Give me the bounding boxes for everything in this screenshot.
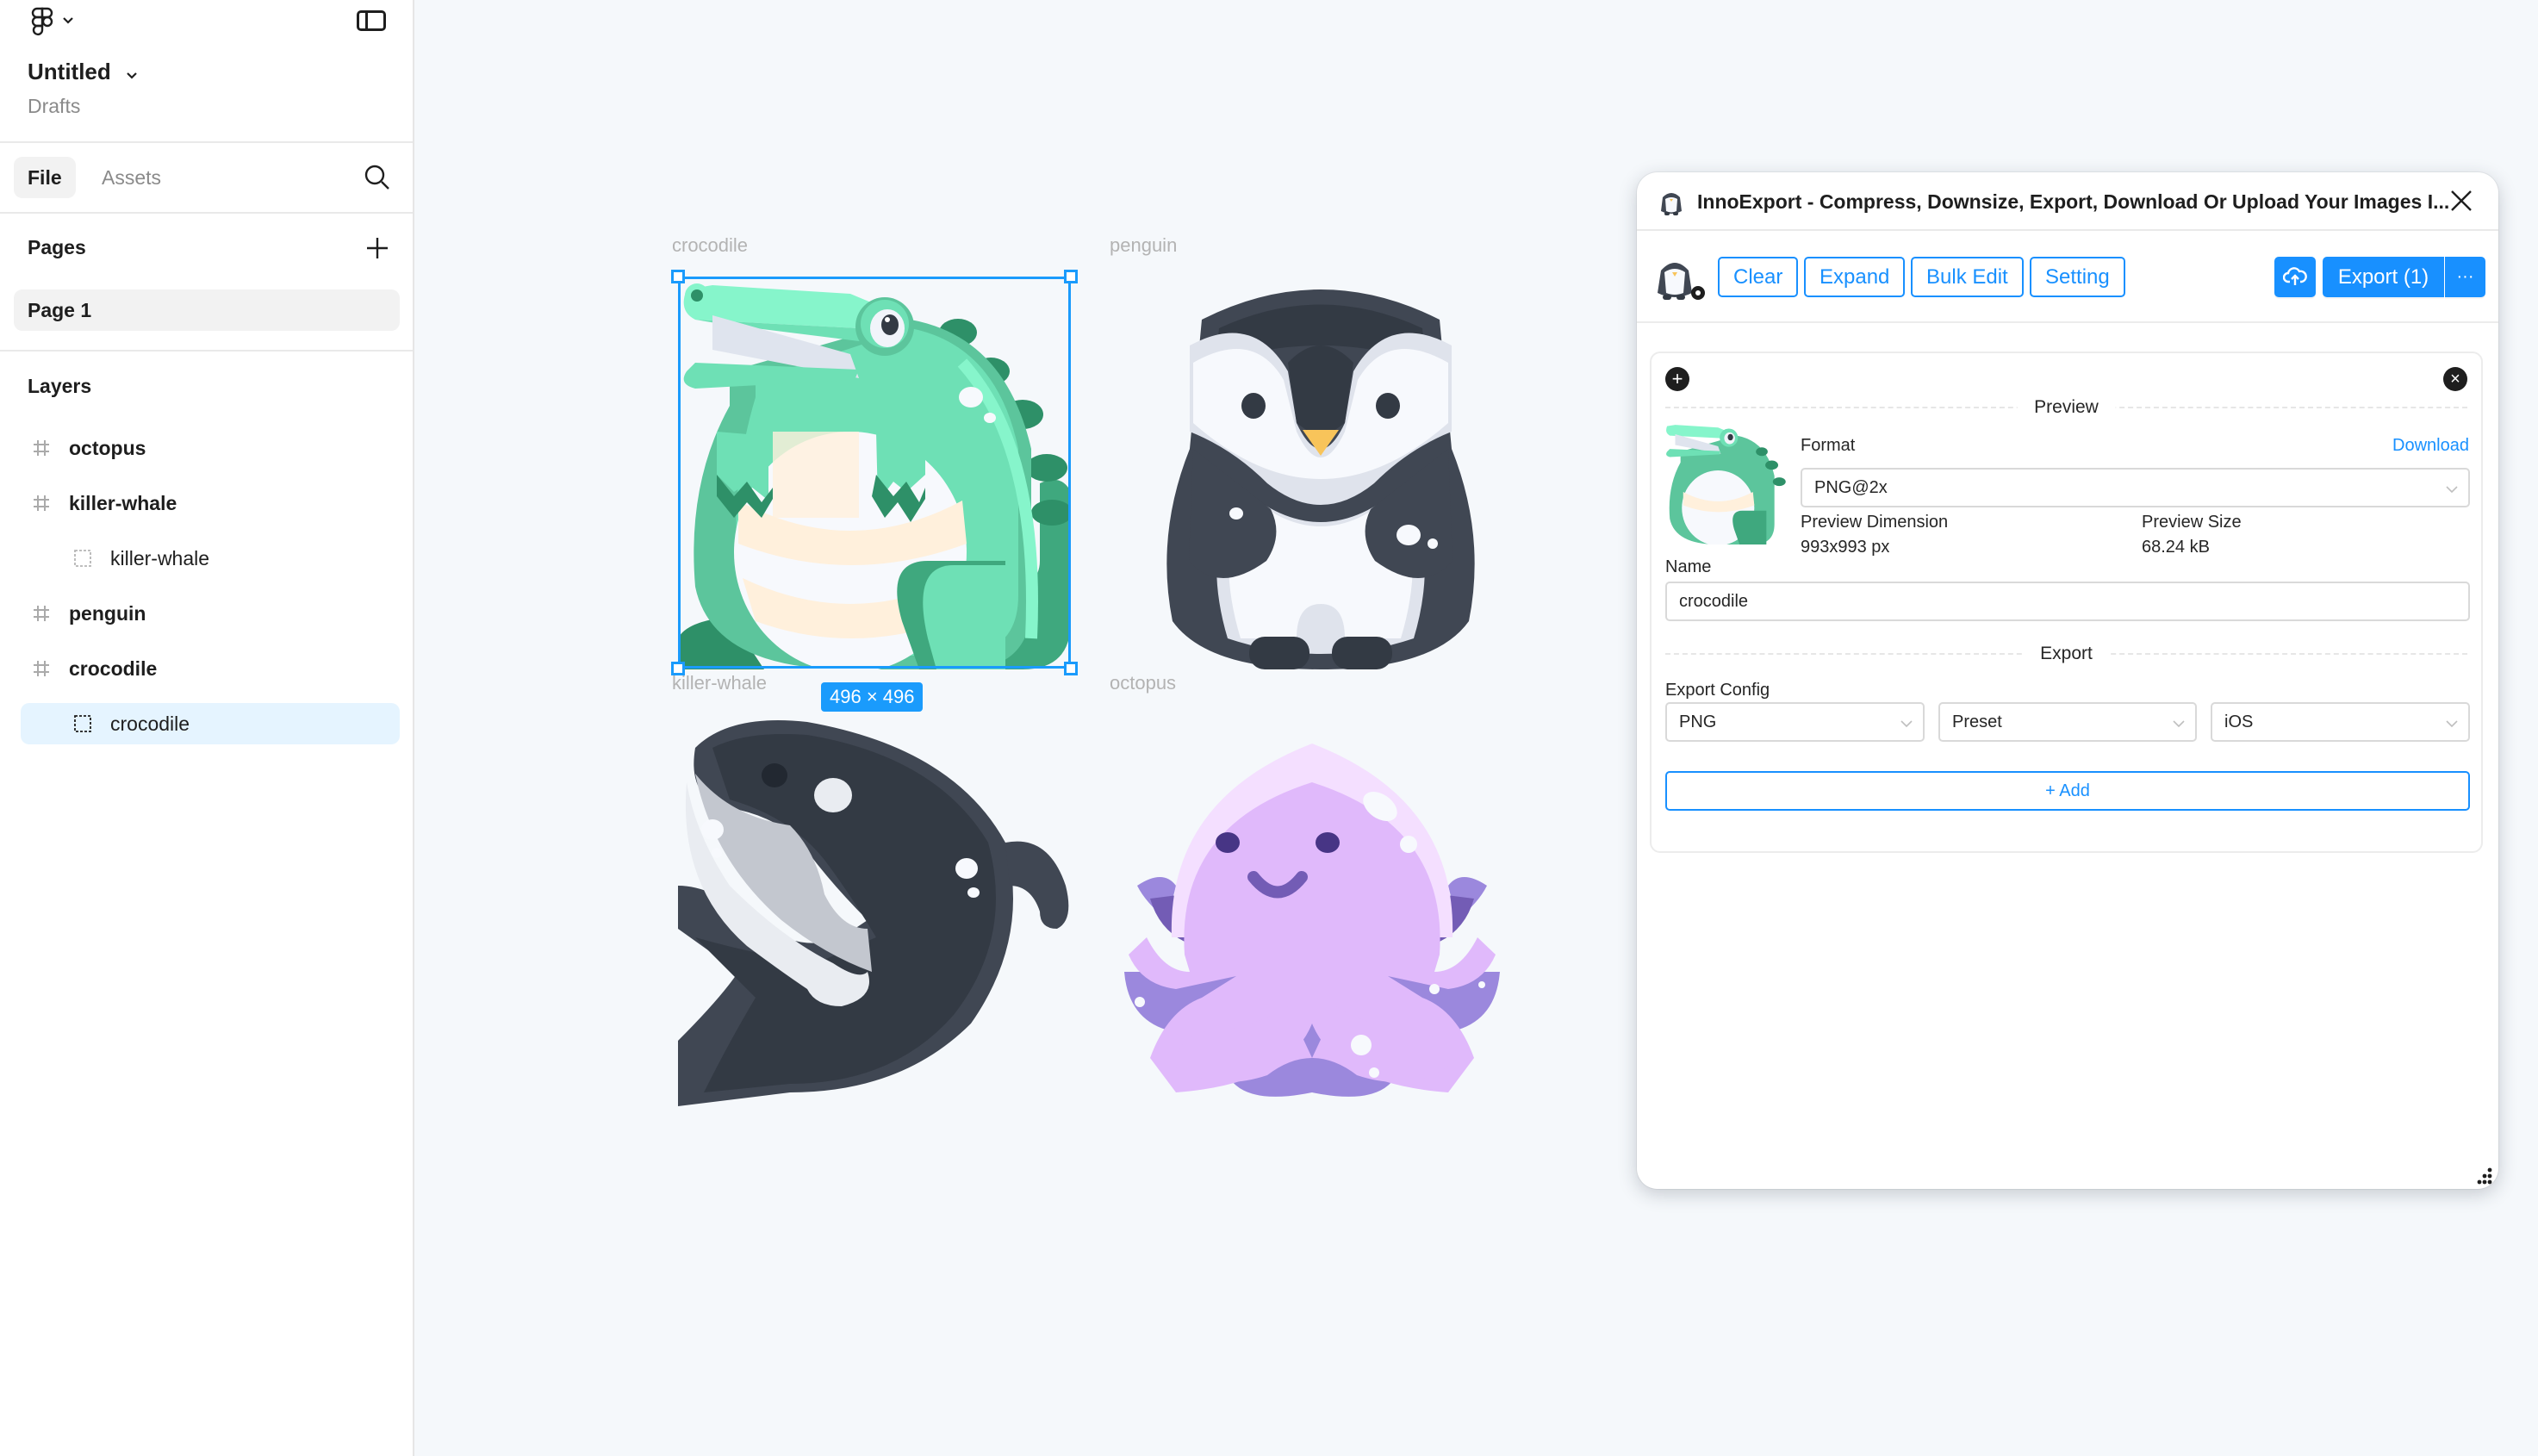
preview-size-label: Preview Size	[2142, 513, 2242, 532]
resize-grip-icon[interactable]	[2474, 1167, 2493, 1185]
layer-label: crocodile	[110, 712, 190, 735]
name-label: Name	[1665, 557, 1712, 576]
preview-dimension-label: Preview Dimension	[1801, 513, 1949, 532]
file-location[interactable]: Drafts	[28, 95, 80, 118]
selection-box[interactable]	[678, 277, 1071, 669]
setting-button[interactable]: Setting	[2030, 257, 2125, 297]
export-platform-select[interactable]: iOS	[2211, 702, 2470, 742]
dashed-square-icon	[74, 715, 91, 732]
sidebar-toggle-icon[interactable]	[357, 10, 386, 31]
figma-logo-icon[interactable]	[29, 7, 55, 38]
layer-item-penguin[interactable]: penguin	[21, 593, 400, 634]
remove-item-close-icon[interactable]: ×	[2443, 367, 2467, 391]
dashed-square-icon	[74, 550, 91, 567]
plugin-toolbar: Clear Expand Bulk Edit Setting Export (1…	[1637, 231, 2498, 323]
resize-handle-top-left[interactable]	[671, 270, 685, 283]
divider	[0, 350, 413, 352]
export-divider: Export	[1665, 641, 2467, 667]
penguin-settings-icon[interactable]	[1656, 255, 1708, 302]
penguin-logo-icon	[1658, 187, 1685, 216]
chevron-down-icon	[1900, 717, 1913, 728]
frame-label-crocodile[interactable]: crocodile	[672, 234, 748, 257]
export-format-select[interactable]: PNG	[1665, 702, 1925, 742]
export-format-value: PNG	[1679, 712, 1717, 731]
resize-handle-top-right[interactable]	[1064, 270, 1078, 283]
killer-whale-illustration[interactable]	[678, 713, 1071, 1106]
frame-label-octopus[interactable]: octopus	[1110, 672, 1176, 694]
layer-label: octopus	[69, 437, 146, 459]
tab-assets[interactable]: Assets	[88, 157, 175, 198]
tab-file[interactable]: File	[14, 157, 76, 198]
pages-heading: Pages	[28, 236, 86, 258]
file-title[interactable]: Untitled	[28, 59, 111, 85]
export-config-label: Export Config	[1665, 681, 1770, 700]
close-icon[interactable]	[2448, 188, 2474, 214]
chevron-down-icon	[2173, 717, 2185, 728]
add-export-config-button[interactable]: + Add	[1665, 771, 2470, 811]
layer-item-crocodile[interactable]: crocodile	[21, 648, 400, 689]
format-select[interactable]: PNG@2x	[1801, 468, 2470, 507]
export-mode-value: Preset	[1952, 712, 2002, 731]
layer-item-octopus[interactable]: octopus	[21, 427, 400, 469]
add-page-plus-icon[interactable]	[365, 236, 389, 260]
add-item-plus-icon[interactable]: +	[1665, 367, 1689, 391]
page-item-label: Page 1	[28, 299, 92, 321]
layer-item-crocodile-image[interactable]: crocodile	[21, 703, 400, 744]
layer-label: killer-whale	[69, 492, 177, 514]
plugin-titlebar[interactable]: InnoExport - Compress, Downsize, Export,…	[1637, 172, 2498, 231]
name-input[interactable]: crocodile	[1665, 582, 2470, 621]
export-item-card: + × Preview Format Download PNG@2x Previ…	[1650, 352, 2483, 853]
preview-size-value: 68.24 kB	[2142, 538, 2210, 557]
selection-size-badge: 496 × 496	[821, 682, 924, 712]
hash-frame-icon	[33, 605, 50, 622]
penguin-illustration[interactable]	[1124, 277, 1517, 669]
layer-item-killer-whale-image[interactable]: killer-whale	[21, 538, 400, 579]
layer-label: penguin	[69, 602, 146, 625]
preview-dimension-value: 993x993 px	[1801, 538, 1890, 557]
upload-cloud-button[interactable]	[2274, 257, 2316, 297]
chevron-down-icon[interactable]	[126, 69, 138, 79]
layers-heading: Layers	[28, 375, 92, 397]
export-more-button[interactable]: ···	[2445, 257, 2485, 297]
layer-label: crocodile	[69, 657, 158, 680]
chevron-down-icon	[2446, 482, 2458, 494]
preview-heading: Preview	[2017, 395, 2116, 420]
download-link[interactable]: Download	[2392, 436, 2469, 456]
left-sidebar: Untitled Drafts File Assets Pages Page 1…	[0, 0, 414, 1456]
preview-divider: Preview	[1665, 395, 2467, 420]
layer-item-killer-whale[interactable]: killer-whale	[21, 482, 400, 524]
clear-button[interactable]: Clear	[1718, 257, 1799, 297]
export-platform-value: iOS	[2224, 712, 2254, 731]
export-button[interactable]: Export (1)	[2323, 257, 2444, 297]
preview-thumbnail	[1664, 422, 1787, 546]
resize-handle-bottom-left[interactable]	[671, 662, 685, 675]
resize-handle-bottom-right[interactable]	[1064, 662, 1078, 675]
format-select-value: PNG@2x	[1814, 478, 1888, 497]
plugin-title: InnoExport - Compress, Downsize, Export,…	[1697, 190, 2450, 213]
layer-label: killer-whale	[110, 547, 210, 569]
expand-button[interactable]: Expand	[1804, 257, 1906, 297]
chevron-down-icon	[2446, 717, 2458, 728]
innoexport-plugin-panel: InnoExport - Compress, Downsize, Export,…	[1637, 172, 2498, 1189]
hash-frame-icon	[33, 439, 50, 457]
page-item-page-1[interactable]: Page 1	[14, 289, 400, 331]
divider	[0, 141, 413, 143]
hash-frame-icon	[33, 660, 50, 677]
bulk-edit-button[interactable]: Bulk Edit	[1911, 257, 2024, 297]
search-icon[interactable]	[364, 164, 391, 191]
export-heading: Export	[2023, 641, 2110, 667]
frame-label-killer-whale[interactable]: killer-whale	[672, 672, 767, 694]
divider	[0, 212, 413, 214]
frame-label-penguin[interactable]: penguin	[1110, 234, 1177, 257]
format-label: Format	[1801, 436, 1856, 455]
export-mode-select[interactable]: Preset	[1938, 702, 2197, 742]
octopus-illustration[interactable]	[1116, 713, 1508, 1106]
hash-frame-icon	[33, 495, 50, 512]
chevron-down-icon[interactable]	[62, 14, 74, 24]
